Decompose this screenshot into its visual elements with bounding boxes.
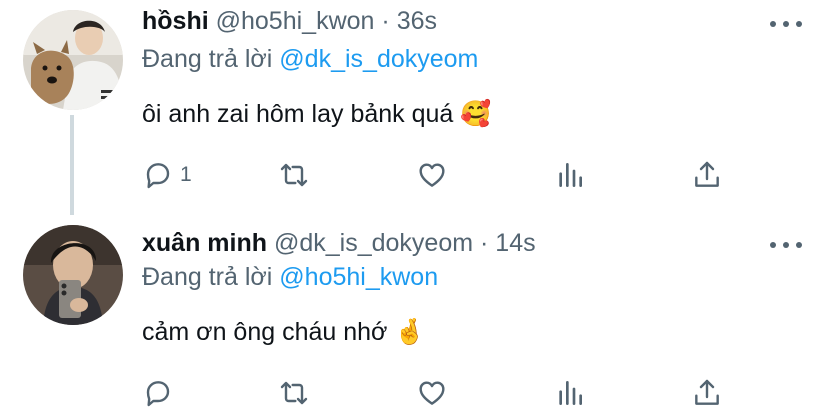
user-handle[interactable]: @dk_is_dokyeom (274, 229, 473, 257)
like-button[interactable] (416, 158, 448, 192)
replying-handle-link[interactable]: @dk_is_dokyeom (279, 45, 478, 73)
avatar[interactable] (23, 225, 123, 325)
replying-handle-link[interactable]: @ho5hi_kwon (279, 263, 438, 291)
share-button[interactable] (691, 158, 723, 192)
separator: · (381, 7, 390, 35)
retweet-icon (280, 381, 308, 405)
share-icon (695, 161, 719, 187)
tweet-2[interactable]: xuân minh @dk_is_dokyeom · 14s Đang trả … (0, 210, 828, 419)
views-icon (559, 163, 582, 187)
reply-icon (146, 163, 170, 189)
replying-prefix: Đang trả lời (142, 263, 273, 291)
separator: · (480, 229, 489, 257)
thread-line (70, 115, 74, 215)
heart-icon (419, 381, 445, 405)
action-bar: 1 (142, 158, 742, 192)
replying-to: Đang trả lời @ho5hi_kwon (142, 262, 438, 292)
avatar[interactable] (23, 10, 123, 110)
tweet-text: ôi anh zai hôm lay bảnk quá 🥰 (142, 100, 492, 128)
reply-icon (146, 381, 170, 407)
views-icon (559, 381, 582, 405)
reply-button[interactable] (142, 376, 180, 410)
heart-icon (419, 163, 445, 187)
tweet-1[interactable]: hồshi @ho5hi_kwon · 36s Đang trả lời @dk… (0, 0, 828, 215)
replying-to: Đang trả lời @dk_is_dokyeom (142, 44, 478, 74)
action-bar (142, 376, 742, 410)
more-icon[interactable] (770, 239, 802, 251)
tweet-text: cảm ơn ông cháu nhớ 🤞 (142, 318, 426, 346)
like-button[interactable] (416, 376, 448, 410)
tweet-header: hồshi @ho5hi_kwon · 36s (142, 6, 437, 36)
user-handle[interactable]: @ho5hi_kwon (216, 7, 375, 35)
timestamp[interactable]: 14s (495, 229, 535, 257)
views-button[interactable] (554, 376, 586, 410)
retweet-button[interactable] (278, 376, 310, 410)
display-name[interactable]: xuân minh (142, 229, 267, 257)
replying-prefix: Đang trả lời (142, 45, 273, 73)
timestamp[interactable]: 36s (397, 7, 437, 35)
share-icon (695, 379, 719, 405)
retweet-button[interactable] (278, 158, 310, 192)
more-icon[interactable] (770, 18, 802, 30)
reply-button[interactable]: 1 (142, 158, 192, 192)
tweet-header: xuân minh @dk_is_dokyeom · 14s (142, 228, 536, 258)
retweet-icon (280, 163, 308, 187)
display-name[interactable]: hồshi (142, 7, 209, 35)
share-button[interactable] (691, 376, 723, 410)
reply-count: 1 (180, 163, 192, 186)
views-button[interactable] (554, 158, 586, 192)
